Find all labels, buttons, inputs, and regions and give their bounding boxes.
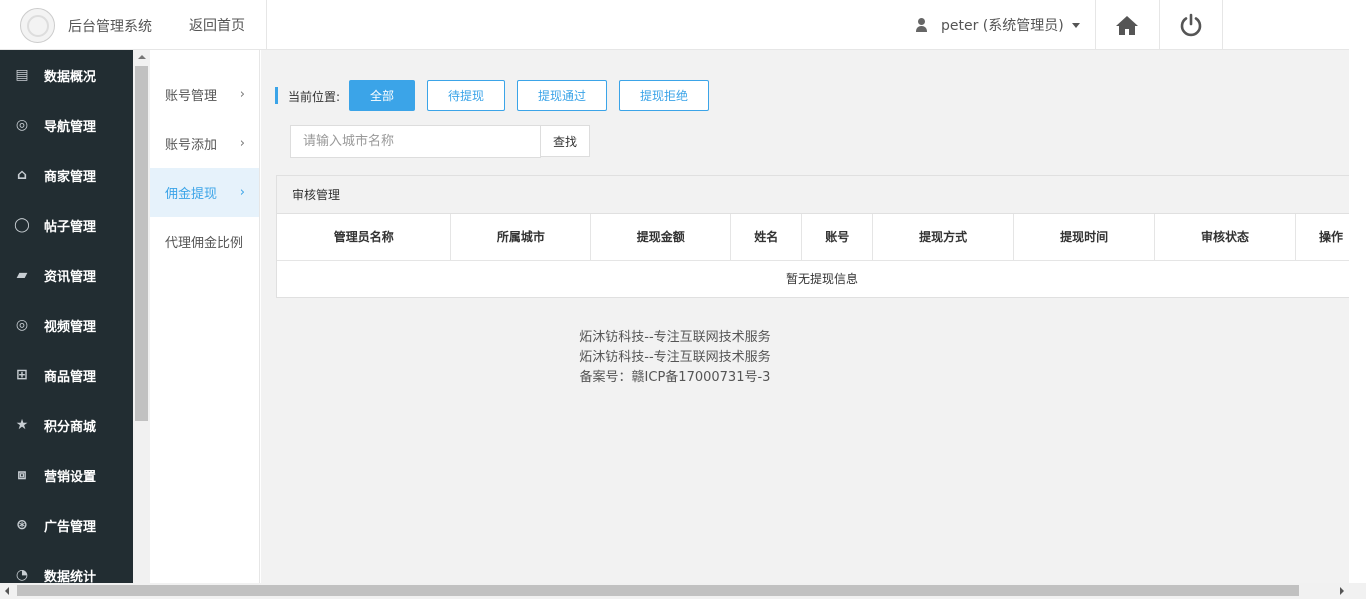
sidebar-item-label: 广告管理	[44, 519, 97, 535]
marketing-icon: ⧈	[17, 467, 27, 483]
sidebar-item-label: 导航管理	[44, 119, 97, 135]
sidebar-item-video[interactable]: ◎ 视频管理	[0, 300, 133, 350]
sidebar-item-ads[interactable]: ⊛ 广告管理	[0, 500, 133, 550]
user-icon	[915, 18, 928, 32]
submenu-item[interactable]: 代理佣金比例	[150, 217, 259, 266]
filter-rejected-button[interactable]: 提现拒绝	[619, 80, 709, 111]
top-header: 后台管理系统 返回首页 peter (系统管理员)	[0, 0, 1366, 50]
footer-icp: 备案号：赣ICP备17000731号-3	[579, 370, 771, 385]
posts-icon: ◯	[14, 217, 30, 233]
empty-message: 暂无提现信息	[786, 272, 859, 287]
products-icon: ⊞	[16, 367, 28, 383]
footer-line: 炻沐钫科技--专注互联网技术服务	[579, 350, 771, 365]
statistics-icon: ◔	[15, 567, 29, 583]
sidebar-item-label: 营销设置	[44, 469, 97, 485]
dashboard-icon: ▤	[15, 67, 29, 83]
sidebar-item-label: 积分商城	[44, 419, 97, 435]
user-name: peter (系统管理员)	[941, 18, 1064, 34]
submenu: 账号管理 › 账号添加 › 佣金提现 › 代理佣金比例	[150, 50, 260, 583]
merchant-icon: ⌂	[16, 167, 28, 183]
chevron-right-icon: ›	[239, 136, 245, 151]
sidebar-item-label: 数据统计	[44, 569, 97, 584]
sidebar-item-products[interactable]: ⊞ 商品管理	[0, 350, 133, 400]
divider	[266, 0, 267, 50]
sidebar-item-marketing[interactable]: ⧈ 营销设置	[0, 450, 133, 500]
user-menu[interactable]: peter (系统管理员)	[915, 15, 1080, 35]
main-content: 当前位置: 全部 待提现 提现通过 提现拒绝 查找 审核管理 管理员名称 所属城…	[261, 50, 1366, 583]
power-icon	[1180, 13, 1202, 37]
right-gutter	[1349, 0, 1366, 583]
navigation-icon: ◎	[15, 117, 29, 133]
sidebar-item-statistics[interactable]: ◔ 数据统计	[0, 550, 133, 583]
column-header: 提现金额	[590, 214, 732, 261]
sidebar-scrollbar[interactable]	[133, 50, 150, 583]
submenu-item[interactable]: 账号添加 ›	[150, 119, 259, 168]
table-header-row: 管理员名称 所属城市 提现金额 姓名 账号 提现方式 提现时间 审核状态 操作	[277, 214, 1366, 261]
sidebar: ▤ 数据概况 ◎ 导航管理 ⌂ 商家管理 ◯ 帖子管理 ▰ 资讯管理 ◎ 视频管理 ⊞ 商品管理 ★ 积分商城…	[0, 50, 133, 583]
horizontal-scrollbar[interactable]	[0, 583, 1366, 599]
submenu-item-label: 佣金提现	[165, 187, 218, 202]
home-link[interactable]: 返回首页	[189, 15, 245, 35]
city-search-input[interactable]	[290, 125, 541, 158]
home-icon	[1116, 16, 1138, 35]
sidebar-item-label: 帖子管理	[44, 219, 97, 235]
sidebar-item-dashboard[interactable]: ▤ 数据概况	[0, 50, 133, 100]
sidebar-item-label: 商品管理	[44, 369, 97, 385]
breadcrumb-label: 当前位置:	[288, 90, 341, 104]
crumb-marker	[275, 87, 278, 104]
video-icon: ◎	[15, 317, 29, 333]
column-header: 提现方式	[872, 214, 1015, 261]
sidebar-item-label: 数据概况	[44, 69, 97, 85]
app-title: 后台管理系统	[68, 19, 152, 35]
filter-pending-button[interactable]: 待提现	[427, 80, 505, 111]
panel-title: 审核管理	[277, 176, 1355, 214]
submenu-item[interactable]: 佣金提现 ›	[150, 168, 259, 217]
home-button[interactable]	[1095, 0, 1159, 50]
column-header: 提现时间	[1013, 214, 1156, 261]
column-header: 所属城市	[450, 214, 592, 261]
column-header: 账号	[801, 214, 874, 261]
sidebar-item-label: 商家管理	[44, 169, 97, 185]
sidebar-item-label: 视频管理	[44, 319, 97, 335]
filter-approved-button[interactable]: 提现通过	[517, 80, 607, 111]
search-button[interactable]: 查找	[540, 125, 590, 157]
submenu-item-label: 账号添加	[165, 138, 218, 153]
sidebar-item-points-mall[interactable]: ★ 积分商城	[0, 400, 133, 450]
submenu-item[interactable]: 账号管理 ›	[150, 70, 259, 119]
column-header: 管理员名称	[277, 214, 452, 261]
sidebar-item-news[interactable]: ▰ 资讯管理	[0, 250, 133, 300]
chevron-right-icon: ›	[239, 87, 245, 102]
news-icon: ▰	[16, 267, 28, 283]
divider	[1222, 0, 1223, 50]
scroll-right-icon[interactable]	[1340, 587, 1344, 595]
scrollbar-thumb[interactable]	[17, 585, 1299, 596]
review-panel: 审核管理 管理员名称 所属城市 提现金额 姓名 账号 提现方式 提现时间 审核状…	[276, 175, 1366, 298]
column-header: 姓名	[730, 214, 803, 261]
logo	[20, 8, 55, 43]
column-header: 审核状态	[1154, 214, 1296, 261]
scroll-left-icon[interactable]	[5, 587, 9, 595]
points-mall-icon: ★	[15, 417, 29, 433]
scroll-up-icon[interactable]	[138, 55, 146, 59]
footer-line: 炻沐钫科技--专注互联网技术服务	[579, 330, 771, 345]
caret-down-icon	[1071, 22, 1080, 28]
sidebar-item-label: 资讯管理	[44, 269, 97, 285]
ads-icon: ⊛	[16, 517, 28, 533]
footer: 炻沐钫科技--专注互联网技术服务 炻沐钫科技--专注互联网技术服务 备案号：赣I…	[261, 328, 1089, 388]
withdrawal-table: 管理员名称 所属城市 提现金额 姓名 账号 提现方式 提现时间 审核状态 操作 …	[277, 214, 1366, 297]
table-row: 暂无提现信息	[277, 260, 1366, 297]
sidebar-item-merchant[interactable]: ⌂ 商家管理	[0, 150, 133, 200]
sidebar-item-navigation[interactable]: ◎ 导航管理	[0, 100, 133, 150]
scrollbar-thumb[interactable]	[135, 66, 148, 421]
submenu-item-label: 账号管理	[165, 89, 218, 104]
filter-all-button[interactable]: 全部	[349, 80, 415, 111]
chevron-right-icon: ›	[239, 185, 245, 200]
submenu-item-label: 代理佣金比例	[165, 236, 244, 251]
logout-button[interactable]	[1159, 0, 1223, 50]
sidebar-item-posts[interactable]: ◯ 帖子管理	[0, 200, 133, 250]
